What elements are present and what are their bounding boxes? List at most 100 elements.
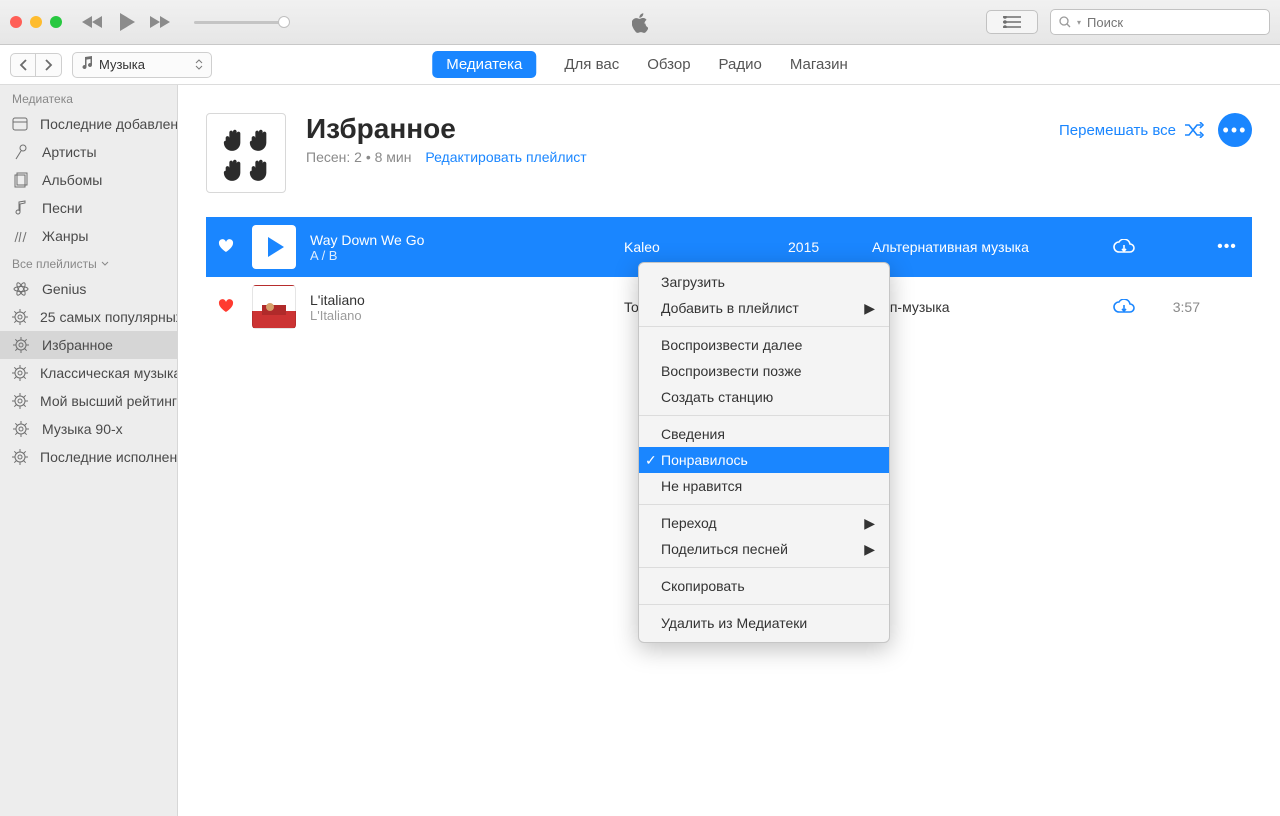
playlist-title: Избранное: [306, 113, 587, 145]
previous-track-button[interactable]: [82, 15, 104, 29]
albums-icon: [12, 172, 30, 188]
hand-icon: [222, 155, 244, 181]
sidebar-item-label: Жанры: [42, 228, 88, 244]
track-year: 2015: [788, 239, 858, 255]
next-track-button[interactable]: [150, 15, 172, 29]
sidebar-playlist-top-rated[interactable]: Мой высший рейтинг: [0, 387, 177, 415]
volume-slider[interactable]: [194, 21, 284, 24]
gear-icon: [12, 337, 30, 353]
tab-library[interactable]: Медиатека: [432, 51, 536, 78]
recently-added-icon: [12, 117, 28, 131]
sidebar-item-label: Артисты: [42, 144, 97, 160]
playlist-artwork[interactable]: [206, 113, 286, 193]
download-button[interactable]: [1106, 299, 1142, 315]
sidebar-item-label: Альбомы: [42, 172, 102, 188]
track-duration: 3:57: [1156, 299, 1200, 315]
search-field[interactable]: ▾: [1050, 9, 1270, 35]
track-genre: Альтернативная музыка: [872, 239, 1092, 255]
library-selector-label: Музыка: [99, 57, 145, 72]
chevron-updown-icon: [195, 59, 203, 70]
more-options-button[interactable]: •••: [1218, 113, 1252, 147]
gear-icon: [12, 421, 30, 437]
playlist-header: Избранное Песен: 2 • 8 мин Редактировать…: [206, 113, 1252, 193]
ctx-dislike[interactable]: Не нравится: [639, 473, 889, 499]
sidebar-item-label: Классическая музыка: [40, 365, 177, 381]
hand-icon: [222, 125, 244, 151]
track-more-button[interactable]: •••: [1214, 238, 1240, 256]
sidebar-item-artists[interactable]: Артисты: [0, 138, 177, 166]
nav-forward-button[interactable]: [36, 53, 62, 77]
nav-back-button[interactable]: [10, 53, 36, 77]
edit-playlist-link[interactable]: Редактировать плейлист: [425, 149, 586, 165]
hand-icon: [248, 125, 270, 151]
loved-icon[interactable]: [218, 299, 238, 316]
play-icon: [268, 237, 284, 257]
ctx-delete-from-library[interactable]: Удалить из Медиатеки: [639, 610, 889, 636]
sidebar-playlist-favorites[interactable]: Избранное: [0, 331, 177, 359]
list-view-toggle[interactable]: [986, 10, 1038, 34]
library-selector[interactable]: Музыка: [72, 52, 212, 78]
sidebar-item-songs[interactable]: Песни: [0, 194, 177, 222]
sidebar-item-label: 25 самых популярных: [40, 309, 177, 325]
ctx-play-later[interactable]: Воспроизвести позже: [639, 358, 889, 384]
chevron-down-icon: [101, 261, 109, 267]
gear-icon: [12, 393, 28, 409]
shuffle-label: Перемешать все: [1059, 122, 1176, 139]
ctx-download[interactable]: Загрузить: [639, 269, 889, 295]
minimize-window-button[interactable]: [30, 16, 42, 28]
chevron-right-icon: ▶: [864, 515, 875, 532]
ctx-share-song[interactable]: Поделиться песней▶: [639, 536, 889, 562]
track-title: L'italiano: [310, 292, 610, 308]
chevron-right-icon: ▶: [864, 541, 875, 558]
track-artist: Kaleo: [624, 239, 774, 255]
track-genre: Поп-музыка: [872, 299, 1092, 315]
sidebar-item-recently-added[interactable]: Последние добавлен…: [0, 110, 177, 138]
ctx-add-to-playlist[interactable]: Добавить в плейлист▶: [639, 295, 889, 321]
sidebar-section-library: Медиатека: [0, 85, 177, 110]
tab-browse[interactable]: Обзор: [647, 56, 690, 73]
ctx-create-station[interactable]: Создать станцию: [639, 384, 889, 410]
download-button[interactable]: [1106, 239, 1142, 255]
sidebar-section-playlists[interactable]: Все плейлисты: [0, 250, 177, 275]
tab-store[interactable]: Магазин: [790, 56, 848, 73]
loved-icon[interactable]: [218, 239, 238, 256]
tab-for-you[interactable]: Для вас: [564, 56, 619, 73]
sidebar-playlist-recent-played[interactable]: Последние исполнен…: [0, 443, 177, 471]
sidebar-item-label: Избранное: [42, 337, 113, 353]
search-dropdown-icon: ▾: [1077, 18, 1081, 27]
sidebar-playlist-genius[interactable]: Genius: [0, 275, 177, 303]
gear-icon: [12, 449, 28, 465]
guitar-icon: [12, 228, 30, 244]
sidebar-playlist-classical[interactable]: Классическая музыка: [0, 359, 177, 387]
atom-icon: [12, 281, 30, 297]
sidebar-section-label: Все плейлисты: [12, 257, 97, 271]
check-icon: ✓: [645, 452, 657, 469]
ctx-copy[interactable]: Скопировать: [639, 573, 889, 599]
mic-icon: [12, 144, 30, 160]
toolbar: Музыка Медиатека Для вас Обзор Радио Маг…: [0, 45, 1280, 85]
ctx-play-next[interactable]: Воспроизвести далее: [639, 332, 889, 358]
track-album: A / B: [310, 248, 610, 263]
shuffle-all-button[interactable]: Перемешать все: [1059, 122, 1204, 139]
context-menu: Загрузить Добавить в плейлист▶ Воспроизв…: [638, 262, 890, 643]
close-window-button[interactable]: [10, 16, 22, 28]
gear-icon: [12, 365, 28, 381]
sidebar-playlist-top25[interactable]: 25 самых популярных: [0, 303, 177, 331]
track-artwork[interactable]: [252, 285, 296, 329]
sidebar-item-genres[interactable]: Жанры: [0, 222, 177, 250]
sidebar-item-label: Музыка 90-х: [42, 421, 123, 437]
ctx-love[interactable]: ✓Понравилось: [639, 447, 889, 473]
apple-logo-icon: [632, 13, 648, 36]
play-button[interactable]: [118, 12, 136, 32]
sidebar-item-label: Мой высший рейтинг: [40, 393, 177, 409]
ctx-go-to[interactable]: Переход▶: [639, 510, 889, 536]
search-input[interactable]: [1087, 15, 1261, 30]
maximize-window-button[interactable]: [50, 16, 62, 28]
sidebar-item-label: Последние исполнен…: [40, 449, 177, 465]
sidebar-playlist-90s[interactable]: Музыка 90-х: [0, 415, 177, 443]
sidebar-item-albums[interactable]: Альбомы: [0, 166, 177, 194]
tab-radio[interactable]: Радио: [719, 56, 762, 73]
track-artwork[interactable]: [252, 225, 296, 269]
sidebar-item-label: Песни: [42, 200, 82, 216]
ctx-info[interactable]: Сведения: [639, 421, 889, 447]
